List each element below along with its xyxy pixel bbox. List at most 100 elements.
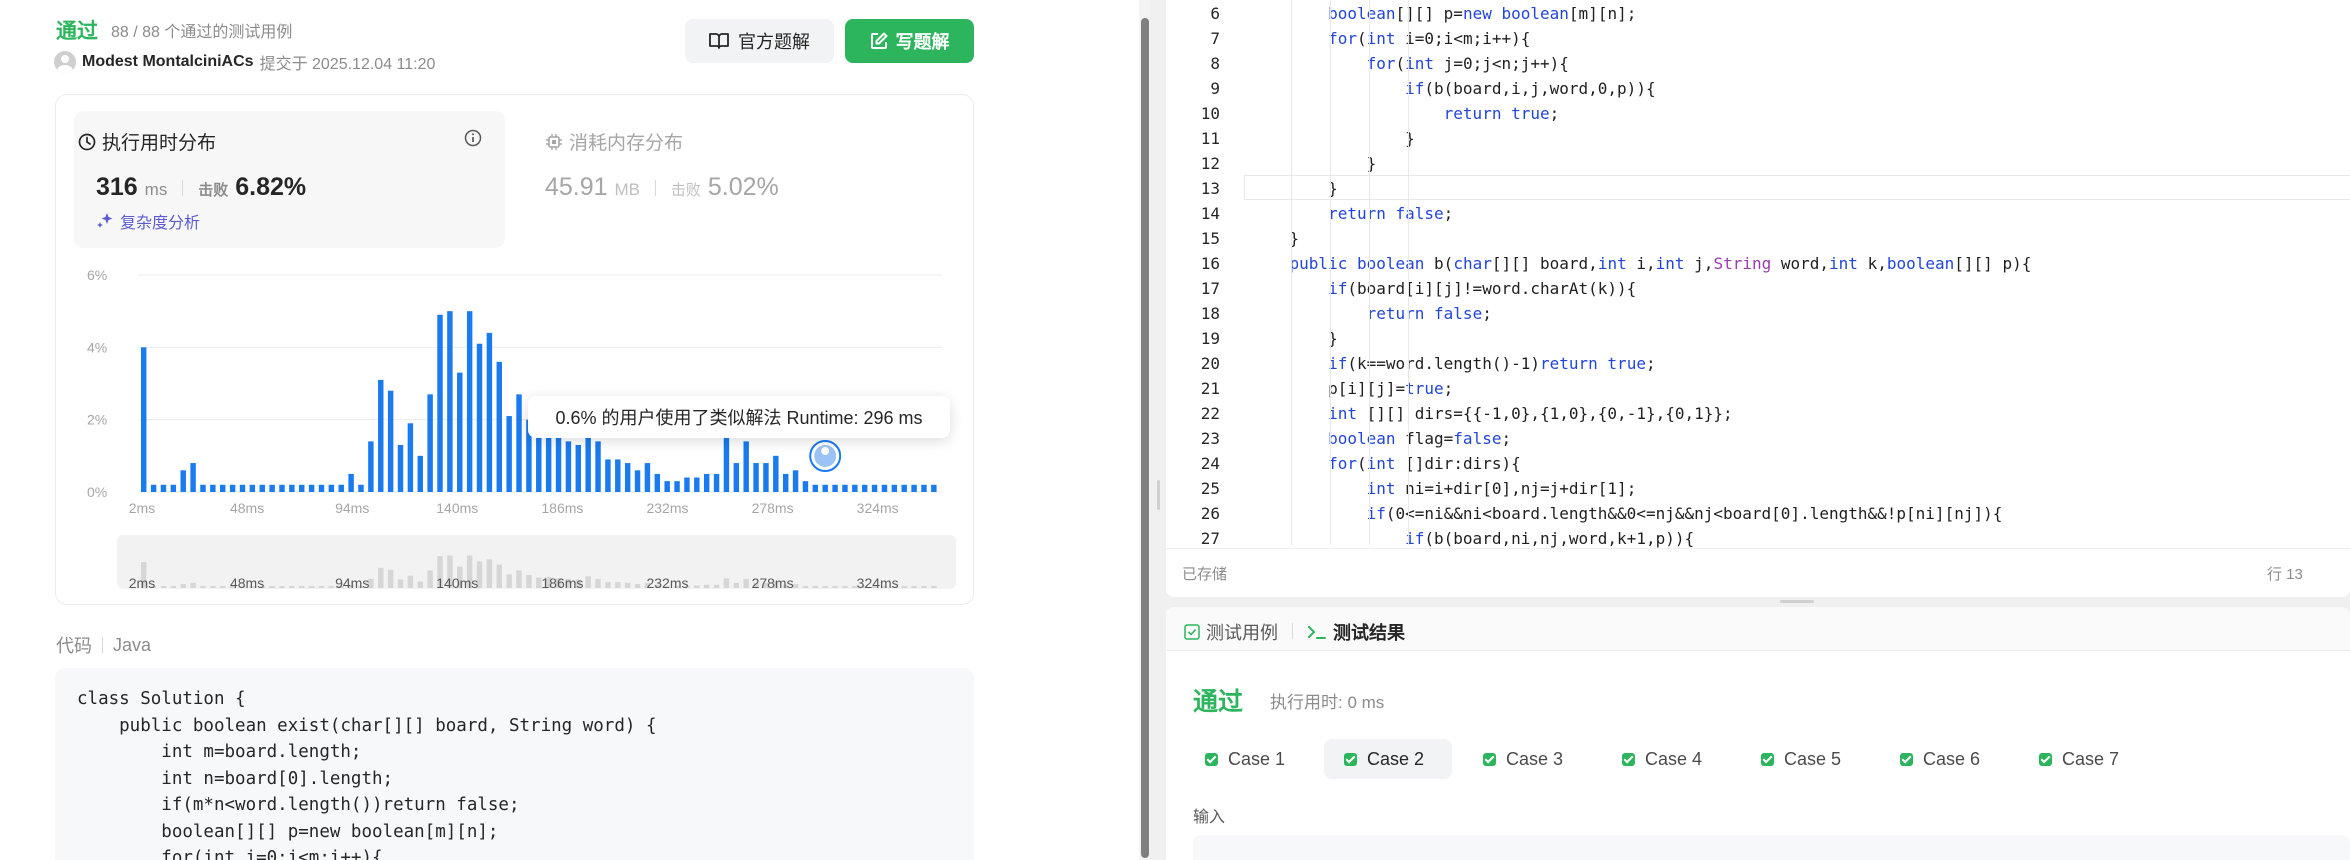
code-line[interactable]: } xyxy=(1251,329,1338,348)
chart-bar[interactable] xyxy=(782,473,789,492)
tab-test-result[interactable]: 测试结果 xyxy=(1307,619,1405,645)
chart-bar[interactable] xyxy=(753,463,759,492)
chart-bar[interactable] xyxy=(308,484,315,492)
case-tab[interactable]: Case 6 xyxy=(1880,739,2008,779)
chart-bar[interactable] xyxy=(506,416,512,492)
chart-bar[interactable] xyxy=(545,430,552,492)
chart-bar[interactable] xyxy=(891,484,898,492)
chart-bar[interactable] xyxy=(318,484,325,492)
chart-bar[interactable] xyxy=(911,484,917,492)
code-line[interactable]: for(int i=0;i<m;i++){ xyxy=(1251,29,1530,48)
chart-bar[interactable] xyxy=(496,361,502,492)
chart-bar[interactable] xyxy=(565,441,572,492)
chart-bar[interactable] xyxy=(694,477,700,492)
left-scrollbar-thumb[interactable] xyxy=(1141,18,1149,858)
chart-bar[interactable] xyxy=(743,441,749,492)
case-tab[interactable]: Case 2 xyxy=(1324,739,1452,779)
chart-bar[interactable] xyxy=(733,463,740,492)
code-line[interactable]: return false; xyxy=(1251,304,1492,323)
horizontal-splitter[interactable] xyxy=(1166,597,2350,607)
chart-bar[interactable] xyxy=(200,484,206,492)
chart-bar[interactable] xyxy=(792,470,799,492)
chart-bar[interactable] xyxy=(822,484,828,492)
code-line[interactable]: if(board[i][j]!=word.charAt(k)){ xyxy=(1251,279,1636,298)
case-tab[interactable]: Case 1 xyxy=(1185,739,1313,779)
chart-bar[interactable] xyxy=(141,347,147,492)
case-tab[interactable]: Case 5 xyxy=(1741,739,1869,779)
chart-bar[interactable] xyxy=(358,484,364,492)
chart-bar[interactable] xyxy=(703,473,710,492)
code-line[interactable]: } xyxy=(1251,129,1415,148)
chart-bar[interactable] xyxy=(812,484,819,492)
chart-bar[interactable] xyxy=(654,473,661,492)
chart-bar[interactable] xyxy=(368,441,374,492)
chart-bar[interactable] xyxy=(239,484,246,492)
chart-bar[interactable] xyxy=(624,463,631,492)
code-line[interactable]: int [][] dirs={{-1,0},{1,0},{0,-1},{0,1}… xyxy=(1251,404,1733,423)
chart-bar[interactable] xyxy=(634,470,641,492)
chart-bar[interactable] xyxy=(881,484,888,492)
chart-bar[interactable] xyxy=(644,463,651,492)
chart-bar[interactable] xyxy=(180,470,186,492)
chart-bar[interactable] xyxy=(160,484,167,492)
chart-bar[interactable] xyxy=(605,459,611,492)
chart-bar[interactable] xyxy=(170,484,177,492)
code-line[interactable]: } xyxy=(1251,179,1338,198)
chart-bar[interactable] xyxy=(536,434,542,492)
chart-bar[interactable] xyxy=(861,484,868,492)
code-line[interactable]: int ni=i+dir[0],nj=j+dir[1]; xyxy=(1251,479,1637,498)
chart-bar[interactable] xyxy=(615,459,621,492)
chart-bar[interactable] xyxy=(397,444,404,492)
chart-bar[interactable] xyxy=(516,394,522,492)
chart-bar[interactable] xyxy=(773,455,779,492)
chart-bar[interactable] xyxy=(150,484,157,492)
chart-bar[interactable] xyxy=(674,481,680,492)
chart-bar[interactable] xyxy=(190,463,196,492)
chart-bar[interactable] xyxy=(269,484,275,492)
chart-bar[interactable] xyxy=(842,484,848,492)
chart-bar[interactable] xyxy=(348,473,354,492)
code-line[interactable]: return false; xyxy=(1251,204,1453,223)
horizontal-splitter-handle[interactable] xyxy=(1780,600,1814,603)
chart-bar[interactable] xyxy=(595,441,601,492)
case-tab[interactable]: Case 3 xyxy=(1463,739,1591,779)
chart-bar[interactable] xyxy=(427,394,433,492)
chart-bar[interactable] xyxy=(476,343,483,492)
chart-bar[interactable] xyxy=(466,311,473,492)
splitter-handle[interactable] xyxy=(1157,480,1160,510)
chart-bar[interactable] xyxy=(378,379,384,492)
chart-bar[interactable] xyxy=(417,455,423,492)
code-line[interactable]: if(b(board,ni,nj,word,k+1,p)){ xyxy=(1251,529,1694,548)
chart-bar[interactable] xyxy=(447,311,453,492)
code-line[interactable]: boolean[][] p=new boolean[m][n]; xyxy=(1251,4,1636,23)
tab-testcase[interactable]: 测试用例 xyxy=(1184,619,1278,645)
chart-bar[interactable] xyxy=(575,444,581,492)
chart-bar[interactable] xyxy=(299,484,305,492)
chart-bar[interactable] xyxy=(338,484,344,492)
chart-bar[interactable] xyxy=(931,484,937,492)
chart-bar[interactable] xyxy=(249,484,256,492)
chart-bar[interactable] xyxy=(259,484,265,492)
chart-bar[interactable] xyxy=(437,314,443,492)
code-line[interactable]: if(k==word.length()-1)return true; xyxy=(1251,354,1656,373)
chart-bar[interactable] xyxy=(901,484,907,492)
chart-bar[interactable] xyxy=(802,481,809,492)
chart-bar[interactable] xyxy=(723,437,730,492)
chart-bar[interactable] xyxy=(210,484,216,492)
chart-bar[interactable] xyxy=(328,484,335,492)
code-line[interactable]: if(0<=ni&&ni<board.length&&0<=nj&&nj<boa… xyxy=(1251,504,2003,523)
case-tab[interactable]: Case 4 xyxy=(1602,739,1730,779)
chart-bar[interactable] xyxy=(279,484,285,492)
chart-bar[interactable] xyxy=(407,423,414,492)
code-line[interactable]: return true; xyxy=(1251,104,1560,123)
code-editor[interactable]: 6 boolean[][] p=new boolean[m][n]; 7 for(… xyxy=(1166,0,2350,597)
case-tab[interactable]: Case 7 xyxy=(2019,739,2147,779)
chart-bar[interactable] xyxy=(763,463,769,492)
vertical-splitter[interactable] xyxy=(1150,0,1166,860)
chart-bar[interactable] xyxy=(664,481,670,492)
chart-bar[interactable] xyxy=(555,437,562,492)
chart-bar[interactable] xyxy=(486,332,493,492)
code-line[interactable]: if(b(board,i,j,word,0,p)){ xyxy=(1251,79,1655,98)
chart-bar[interactable] xyxy=(387,390,394,492)
chart-bar[interactable] xyxy=(921,484,927,492)
